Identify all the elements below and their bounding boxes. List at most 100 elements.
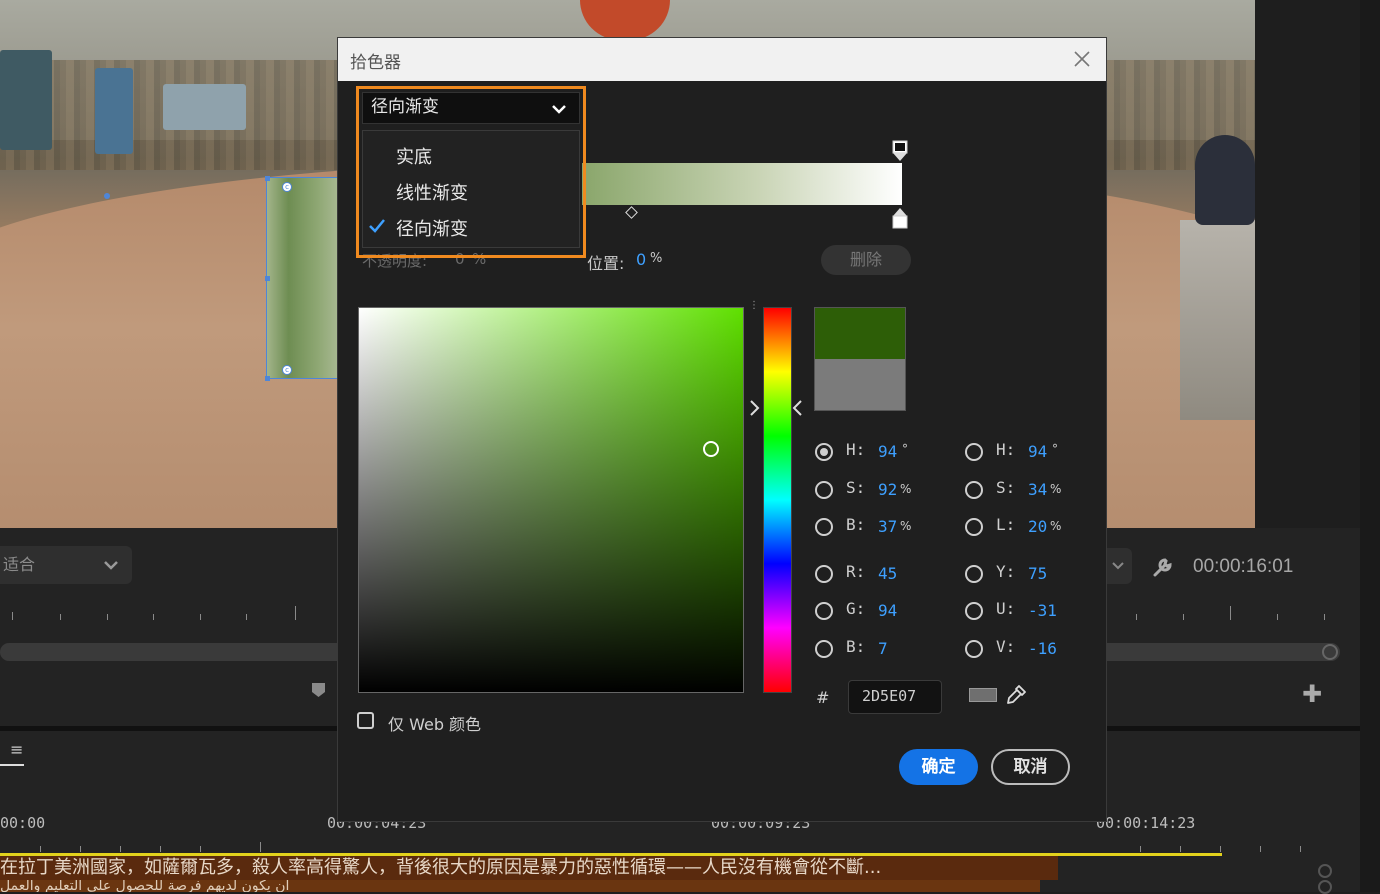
anchor-point[interactable]: c bbox=[282, 182, 292, 192]
color-field-cursor[interactable] bbox=[703, 441, 719, 457]
ok-button[interactable]: 确定 bbox=[899, 749, 978, 785]
radio-y[interactable] bbox=[965, 565, 983, 583]
track-scroll-knob[interactable] bbox=[1318, 864, 1332, 878]
mural-3 bbox=[163, 84, 246, 130]
hsl-hue-value[interactable]: 94 bbox=[1028, 442, 1047, 461]
radio-green[interactable] bbox=[815, 602, 833, 620]
hex-input[interactable]: 2D5E07 bbox=[848, 680, 942, 714]
lightness-value[interactable]: 20 bbox=[1028, 517, 1047, 536]
anchor-dot[interactable] bbox=[104, 193, 110, 199]
plus-icon[interactable]: ✚ bbox=[1302, 680, 1322, 708]
field-label: S: bbox=[996, 478, 1016, 497]
menu-icon[interactable]: ≡ bbox=[10, 740, 23, 759]
field-label: S: bbox=[846, 478, 866, 497]
timeline-ruler bbox=[0, 838, 1340, 852]
delete-stop-button[interactable]: 删除 bbox=[821, 245, 911, 275]
web-colors-checkbox[interactable] bbox=[357, 712, 374, 729]
blue-value[interactable]: 7 bbox=[878, 639, 888, 658]
field-label: Y: bbox=[996, 562, 1016, 581]
hex-label: # bbox=[816, 688, 830, 707]
saturation-brightness-field[interactable] bbox=[358, 307, 744, 693]
marker-icon[interactable] bbox=[312, 683, 325, 697]
hsl-saturation-value[interactable]: 34 bbox=[1028, 480, 1047, 499]
timeline-time-label: 00:00:14:23 bbox=[1096, 814, 1196, 832]
field-unit: ° bbox=[902, 442, 908, 456]
fit-dropdown[interactable]: 适合 bbox=[0, 546, 132, 584]
field-label: L: bbox=[996, 515, 1016, 534]
radio-hsl-hue[interactable] bbox=[965, 443, 983, 461]
right-panel-edge bbox=[1360, 0, 1380, 892]
field-label: G: bbox=[846, 599, 866, 618]
mural-2 bbox=[95, 68, 133, 154]
web-colors-label: 仅 Web 颜色 bbox=[388, 715, 482, 734]
zoom-dropdown[interactable] bbox=[1104, 548, 1132, 584]
radio-brightness[interactable] bbox=[815, 518, 833, 536]
timeline-time-label: 00:00 bbox=[0, 814, 46, 832]
saturation-value[interactable]: 92 bbox=[878, 480, 897, 499]
chevron-down-icon bbox=[1112, 562, 1124, 570]
field-label: B: bbox=[846, 637, 866, 656]
person-right bbox=[1195, 135, 1255, 225]
u-value[interactable]: -31 bbox=[1028, 601, 1057, 620]
eyedropper-icon[interactable] bbox=[1004, 683, 1028, 707]
scroll-knob[interactable] bbox=[1322, 644, 1338, 660]
close-icon[interactable] bbox=[1072, 49, 1092, 69]
resize-handle[interactable] bbox=[265, 376, 270, 381]
slider-dots: ⋮ bbox=[749, 300, 759, 311]
tab-underline bbox=[0, 764, 24, 766]
playhead-timecode[interactable]: 00:00:16:01 bbox=[1193, 556, 1293, 578]
color-stop[interactable] bbox=[892, 207, 908, 229]
caption-clip[interactable]: أن يكون لديهم فرصة للحصول على التعليم وا… bbox=[0, 880, 1040, 892]
wrench-icon[interactable] bbox=[1152, 556, 1174, 578]
anchor-point[interactable]: c bbox=[282, 365, 292, 375]
cancel-button[interactable]: 取消 bbox=[991, 749, 1070, 785]
radio-u[interactable] bbox=[965, 602, 983, 620]
field-unit: % bbox=[1050, 482, 1062, 496]
hue-slider-arrow-left-icon[interactable] bbox=[791, 399, 803, 417]
new-color-swatch bbox=[814, 307, 906, 359]
radio-v[interactable] bbox=[965, 640, 983, 658]
resize-handle[interactable] bbox=[265, 276, 270, 281]
gray-swatch[interactable] bbox=[969, 688, 997, 702]
field-unit: % bbox=[900, 482, 912, 496]
chevron-down-icon bbox=[104, 561, 118, 570]
position-unit: % bbox=[650, 251, 663, 266]
mural-1 bbox=[0, 50, 52, 150]
shape-layer[interactable] bbox=[266, 177, 340, 379]
original-color-swatch[interactable] bbox=[814, 359, 906, 411]
fit-dropdown-label: 适合 bbox=[3, 555, 36, 574]
red-value[interactable]: 45 bbox=[878, 564, 897, 583]
radio-hue[interactable] bbox=[815, 443, 833, 461]
position-value[interactable]: 0 bbox=[636, 250, 646, 269]
radio-hsl-saturation[interactable] bbox=[965, 481, 983, 499]
hue-slider[interactable] bbox=[763, 307, 792, 693]
radio-blue[interactable] bbox=[815, 640, 833, 658]
field-unit: ° bbox=[1052, 442, 1058, 456]
green-value[interactable]: 94 bbox=[878, 601, 897, 620]
radio-lightness[interactable] bbox=[965, 518, 983, 536]
y-value[interactable]: 75 bbox=[1028, 564, 1047, 583]
caption-clip[interactable]: 在拉丁美洲國家，如薩爾瓦多，殺人率高得驚人，背後很大的原因是暴力的惡性循環——人… bbox=[0, 856, 1058, 880]
brightness-value[interactable]: 37 bbox=[878, 517, 897, 536]
radio-saturation[interactable] bbox=[815, 481, 833, 499]
field-label: H: bbox=[846, 440, 866, 459]
radio-red[interactable] bbox=[815, 565, 833, 583]
v-value[interactable]: -16 bbox=[1028, 639, 1057, 658]
field-label: U: bbox=[996, 599, 1016, 618]
field-label: V: bbox=[996, 637, 1016, 656]
field-unit: % bbox=[1050, 519, 1062, 533]
opacity-stop[interactable] bbox=[892, 140, 908, 162]
hue-slider-arrow-right-icon[interactable] bbox=[749, 399, 761, 417]
field-label: B: bbox=[846, 515, 866, 534]
gradient-preview-bar[interactable] bbox=[582, 163, 902, 205]
position-label: 位置: bbox=[587, 254, 625, 273]
resize-handle[interactable] bbox=[265, 176, 270, 181]
dialog-titlebar[interactable]: 拾色器 bbox=[338, 38, 1106, 81]
field-label: R: bbox=[846, 562, 866, 581]
dialog-title: 拾色器 bbox=[350, 53, 401, 73]
annotation-highlight bbox=[356, 86, 586, 258]
hue-value[interactable]: 94 bbox=[878, 442, 897, 461]
field-unit: % bbox=[900, 519, 912, 533]
concrete-wall bbox=[1180, 220, 1255, 420]
field-label: H: bbox=[996, 440, 1016, 459]
